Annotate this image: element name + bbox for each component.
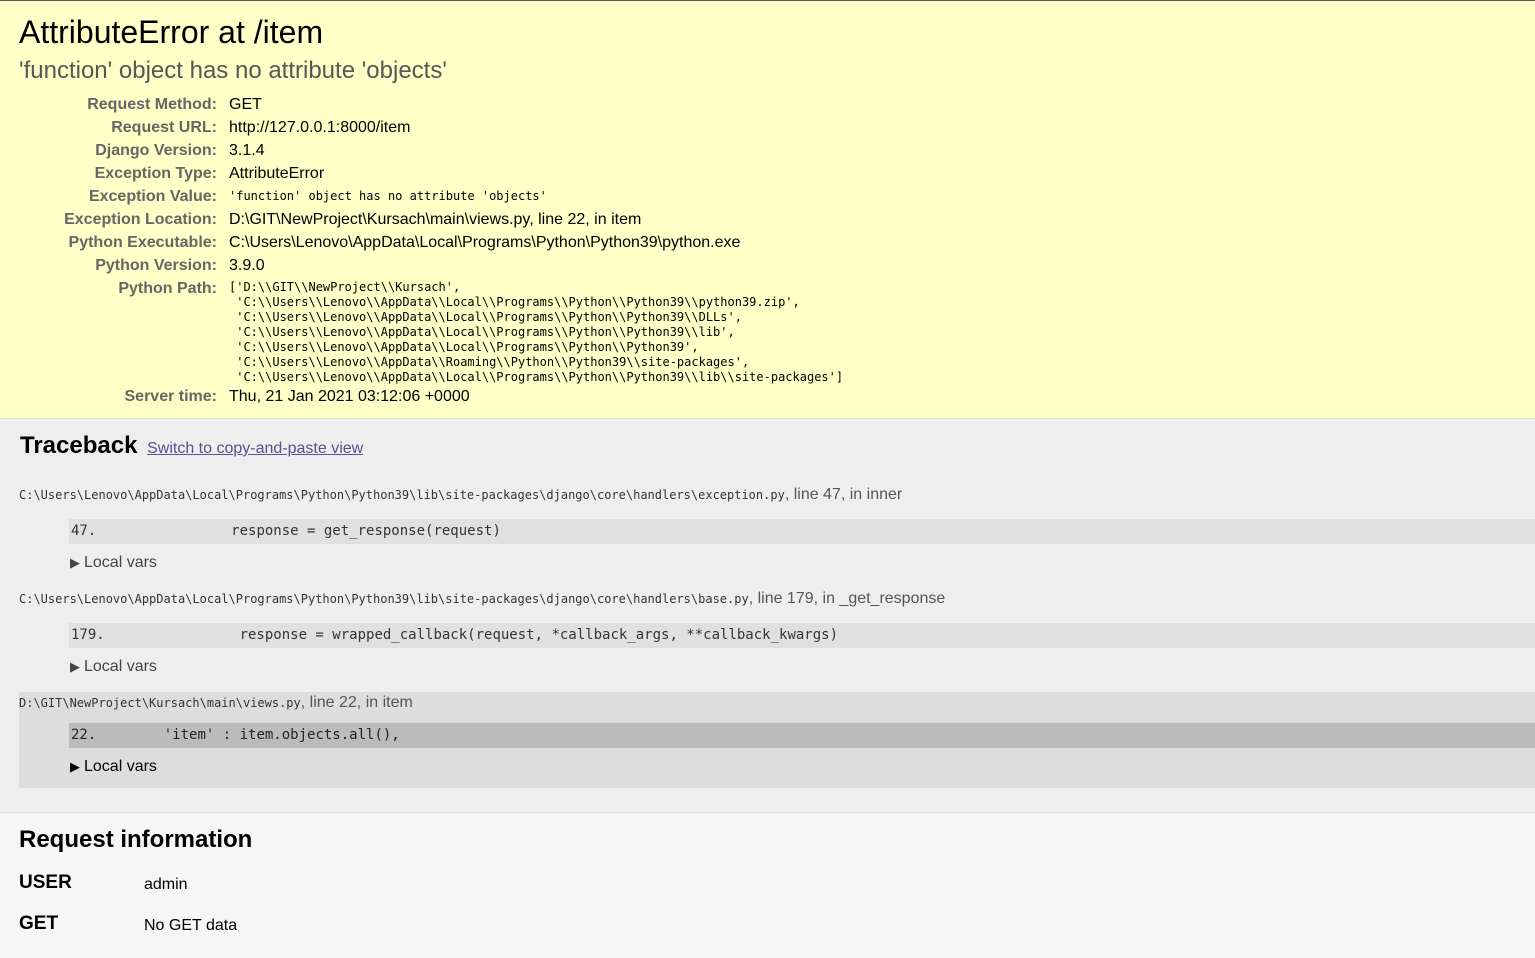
frame-file: C:\Users\Lenovo\AppData\Local\Programs\P… — [19, 488, 785, 502]
triangle-right-icon: ▶ — [70, 659, 80, 674]
switch-copy-paste-link[interactable]: Switch to copy-and-paste view — [147, 440, 363, 457]
traceback-section: Traceback Switch to copy-and-paste view … — [0, 419, 1535, 813]
traceback-frame: C:\Users\Lenovo\AppData\Local\Programs\P… — [19, 588, 1535, 678]
local-vars-label: Local vars — [84, 554, 157, 571]
meta-label: Exception Value: — [88, 188, 217, 205]
error-summary: AttributeError at /item 'function' objec… — [0, 1, 1535, 419]
frame-where: , line 22, in item — [300, 694, 413, 711]
meta-value: 3.1.4 — [229, 142, 265, 159]
code-text: response = wrapped_callback(request, *ca… — [104, 627, 839, 643]
python-path-value: ['D:\\GIT\\NewProject\\Kursach', 'C:\\Us… — [229, 280, 844, 384]
meta-row-exception-location: Exception Location: D:\GIT\NewProject\Ku… — [19, 208, 843, 231]
meta-label: Request URL: — [111, 119, 217, 136]
triangle-right-icon: ▶ — [70, 555, 80, 570]
meta-row-exception-value: Exception Value: 'function' object has n… — [19, 185, 843, 208]
local-vars-label: Local vars — [84, 758, 157, 775]
local-vars-toggle[interactable]: ▶ Local vars — [70, 756, 1535, 778]
meta-value: http://127.0.0.1:8000/item — [229, 119, 411, 136]
request-info-key: USER — [19, 872, 72, 893]
meta-value: 'function' object has no attribute 'obje… — [229, 189, 547, 203]
meta-row-exception-type: Exception Type: AttributeError — [19, 162, 843, 185]
request-info-value: No GET data — [144, 917, 238, 934]
meta-row-python-version: Python Version: 3.9.0 — [19, 254, 843, 277]
meta-row-request-url: Request URL: http://127.0.0.1:8000/item — [19, 116, 843, 139]
error-title: AttributeError at /item — [19, 14, 324, 50]
local-vars-toggle[interactable]: ▶ Local vars — [70, 552, 1535, 574]
request-info-section: Request information USER admin GET No GE… — [0, 813, 1535, 958]
request-info-row: GET No GET data — [19, 912, 1515, 953]
meta-value: C:\Users\Lenovo\AppData\Local\Programs\P… — [229, 234, 741, 251]
traceback-heading: Traceback Switch to copy-and-paste view — [20, 431, 1535, 464]
meta-row-python-path: Python Path: ['D:\\GIT\\NewProject\\Kurs… — [19, 277, 843, 385]
request-info-heading: Request information — [19, 826, 253, 853]
frame-location: D:\GIT\NewProject\Kursach\main\views.py,… — [19, 692, 1535, 714]
meta-row-request-method: Request Method: GET — [19, 93, 843, 116]
line-number: 179. — [71, 627, 105, 643]
meta-value: D:\GIT\NewProject\Kursach\main\views.py,… — [229, 211, 642, 228]
code-text: 'item' : item.objects.all(), — [96, 727, 400, 743]
meta-value: 3.9.0 — [229, 257, 265, 274]
frame-where: , line 47, in inner — [784, 486, 903, 503]
request-meta-table: Request Method: GET Request URL: http://… — [19, 93, 843, 408]
local-vars-label: Local vars — [84, 658, 157, 675]
meta-value: GET — [229, 96, 262, 113]
error-message: 'function' object has no attribute 'obje… — [19, 57, 447, 84]
traceback-frame: C:\Users\Lenovo\AppData\Local\Programs\P… — [19, 484, 1535, 574]
request-info-key: GET — [19, 913, 59, 934]
meta-label: Python Executable: — [68, 234, 217, 251]
meta-label: Python Path: — [118, 280, 217, 297]
meta-label: Django Version: — [95, 142, 217, 159]
frame-file: C:\Users\Lenovo\AppData\Local\Programs\P… — [19, 592, 749, 606]
frame-location: C:\Users\Lenovo\AppData\Local\Programs\P… — [19, 484, 1535, 506]
meta-label: Server time: — [124, 388, 218, 405]
meta-value: Thu, 21 Jan 2021 03:12:06 +0000 — [229, 388, 470, 405]
frame-where: , line 179, in _get_response — [748, 590, 946, 607]
traceback-title: Traceback — [20, 432, 138, 459]
local-vars-toggle[interactable]: ▶ Local vars — [70, 656, 1535, 678]
request-info-row: USER admin — [19, 871, 1515, 912]
meta-label: Request Method: — [87, 96, 217, 113]
request-info-value: admin — [144, 876, 188, 893]
triangle-right-icon: ▶ — [70, 759, 80, 774]
frame-file: D:\GIT\NewProject\Kursach\main\views.py — [19, 696, 301, 710]
meta-label: Exception Type: — [94, 165, 217, 182]
frame-location: C:\Users\Lenovo\AppData\Local\Programs\P… — [19, 588, 1535, 610]
line-number: 22. — [71, 727, 97, 743]
meta-row-django-version: Django Version: 3.1.4 — [19, 139, 843, 162]
meta-label: Exception Location: — [64, 211, 217, 228]
meta-label: Python Version: — [95, 257, 217, 274]
context-line[interactable]: 22. 'item' : item.objects.all(), — [69, 723, 1535, 748]
line-number: 47. — [71, 523, 97, 539]
context-line[interactable]: 179. response = wrapped_callback(request… — [69, 623, 1535, 648]
context-line[interactable]: 47. response = get_response(request) — [69, 519, 1535, 544]
code-text: response = get_response(request) — [96, 523, 501, 539]
meta-row-server-time: Server time: Thu, 21 Jan 2021 03:12:06 +… — [19, 385, 843, 408]
traceback-frame-user: D:\GIT\NewProject\Kursach\main\views.py,… — [19, 692, 1535, 788]
meta-value: AttributeError — [229, 165, 325, 182]
meta-row-python-executable: Python Executable: C:\Users\Lenovo\AppDa… — [19, 231, 843, 254]
